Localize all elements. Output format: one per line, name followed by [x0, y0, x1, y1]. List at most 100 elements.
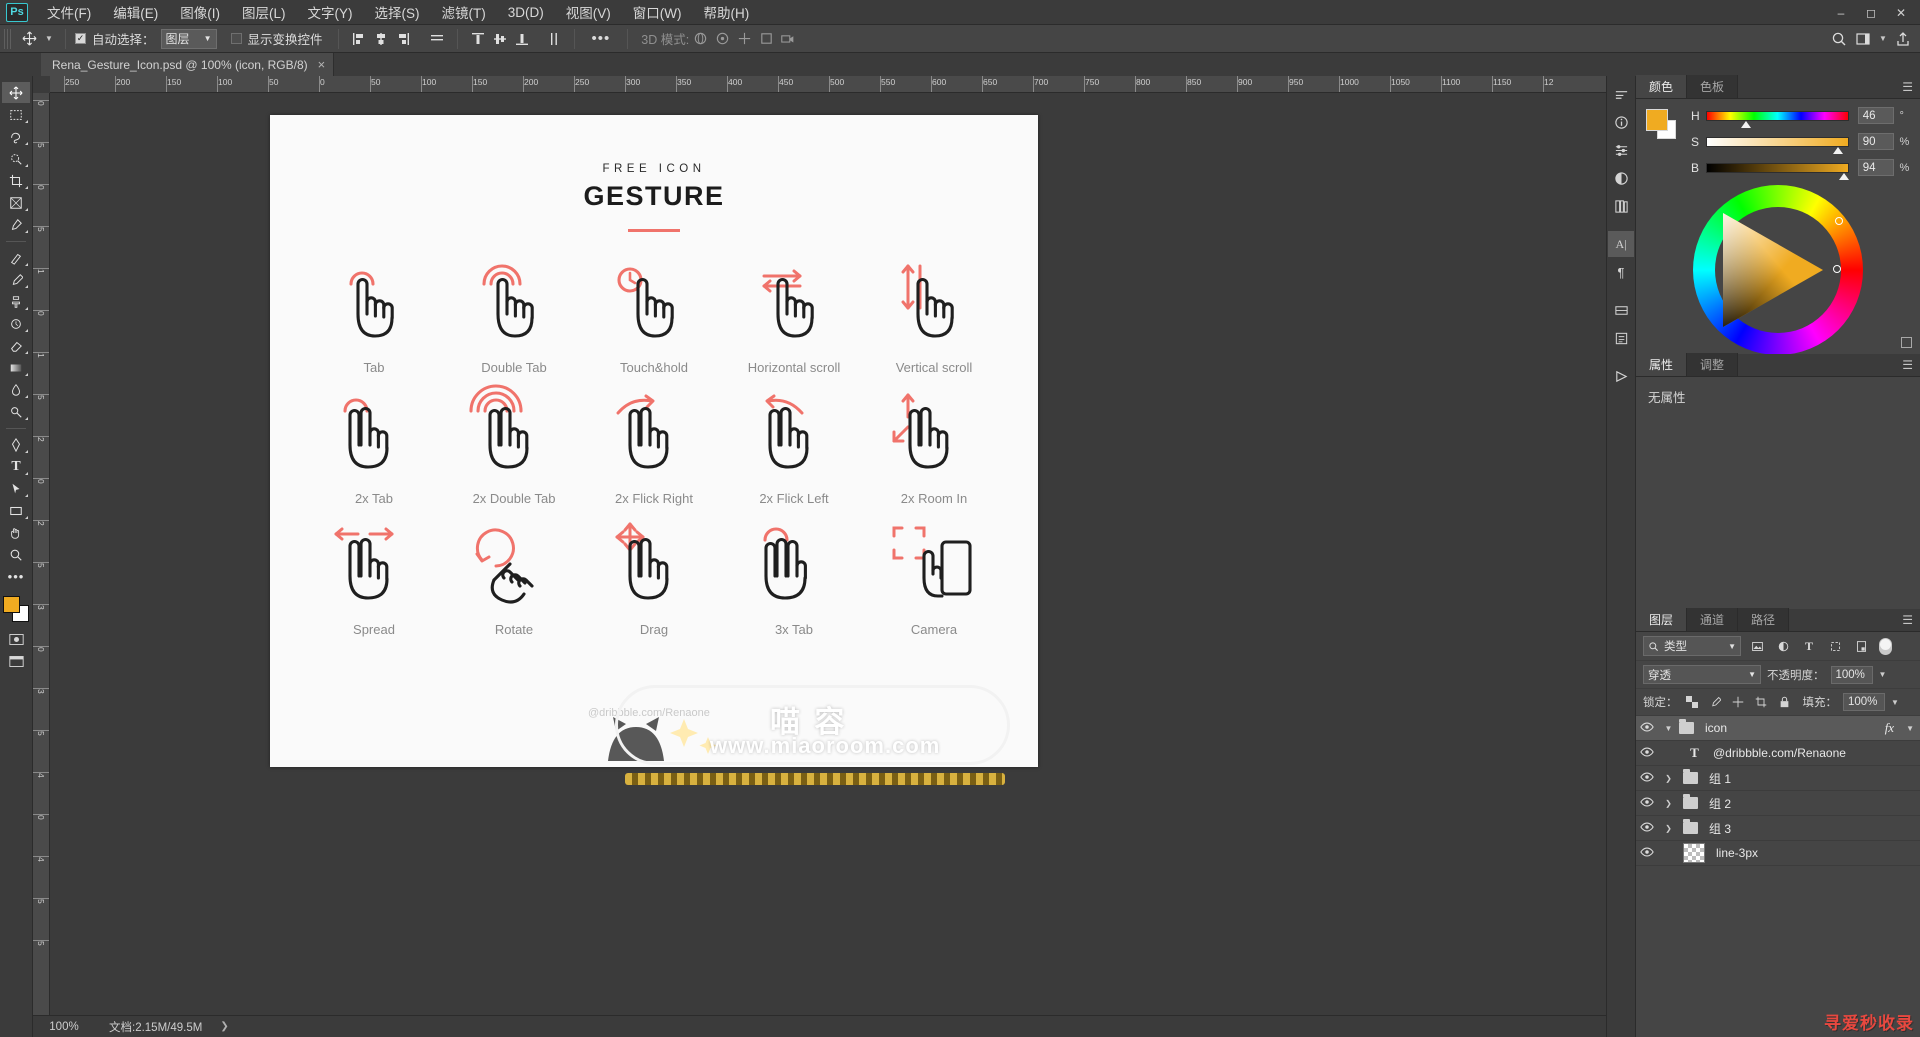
- properties-panel-menu-icon[interactable]: ☰: [1902, 359, 1913, 371]
- gesture-icon-cell[interactable]: 2x Tab: [308, 389, 440, 506]
- gesture-icon-cell[interactable]: 2x Double Tab: [448, 384, 580, 506]
- auto-select-scope-dropdown[interactable]: 图层 ▼: [160, 28, 217, 49]
- effects-chevron-icon[interactable]: ▼: [1906, 724, 1914, 733]
- zoom-level[interactable]: 100%: [33, 1021, 95, 1033]
- layer-row[interactable]: T @dribbble.com/Renaone: [1636, 741, 1920, 766]
- layer-row[interactable]: ▼ icon fx ▼: [1636, 716, 1920, 741]
- lasso-tool[interactable]: [2, 126, 30, 147]
- menu-select[interactable]: 选择(S): [364, 0, 431, 25]
- menu-edit[interactable]: 编辑(E): [102, 0, 169, 25]
- chevron-right-icon[interactable]: ❯: [1664, 824, 1673, 833]
- eye-icon[interactable]: [1636, 772, 1658, 785]
- brightness-knob[interactable]: [1839, 172, 1850, 180]
- search-icon[interactable]: [1828, 28, 1850, 50]
- 3d-rotate-icon[interactable]: [689, 28, 711, 50]
- align-bottom-edges-icon[interactable]: [511, 28, 533, 50]
- filter-pixel-icon[interactable]: [1747, 636, 1767, 656]
- gesture-icon-cell[interactable]: Horizontal scroll: [728, 258, 860, 375]
- timeline-icon[interactable]: [1608, 297, 1634, 323]
- opacity-value[interactable]: 100%: [1830, 665, 1873, 684]
- triangle-marker[interactable]: [1833, 265, 1841, 273]
- layer-effects-icon[interactable]: fx: [1885, 720, 1894, 736]
- history-brush-tool[interactable]: [2, 313, 30, 334]
- gesture-icon-cell[interactable]: Rotate: [448, 520, 580, 637]
- horizontal-ruler[interactable]: 250 200 150 100 50 0 50 100 150 200 250 300 350 400 45…: [50, 76, 1606, 93]
- color-panel-swatches[interactable]: [1646, 109, 1680, 139]
- layer-row[interactable]: ❯ 组 3: [1636, 816, 1920, 841]
- hue-value[interactable]: 46: [1857, 107, 1895, 124]
- artboard[interactable]: FREE ICON GESTURE Tab Double Tab Touch&h…: [270, 115, 1038, 785]
- gesture-icon-cell[interactable]: Tab: [308, 258, 440, 375]
- move-tool[interactable]: [2, 82, 30, 103]
- filter-type-icon[interactable]: T: [1799, 636, 1819, 656]
- blur-tool[interactable]: [2, 379, 30, 400]
- move-tool-icon[interactable]: [16, 28, 42, 50]
- close-tab-icon[interactable]: ×: [318, 57, 326, 72]
- canvas-area[interactable]: FREE ICON GESTURE Tab Double Tab Touch&h…: [50, 93, 1606, 1015]
- chevron-down-icon[interactable]: ▼: [1664, 724, 1673, 733]
- adjustments-icon[interactable]: [1608, 165, 1634, 191]
- fill-value[interactable]: 100%: [1843, 693, 1885, 711]
- document-tab[interactable]: Rena_Gesture_Icon.psd @ 100% (icon, RGB/…: [41, 53, 335, 76]
- quick-select-tool[interactable]: [2, 148, 30, 169]
- blend-mode-dropdown[interactable]: 穿透 ▼: [1643, 665, 1761, 684]
- info-icon[interactable]: [1608, 109, 1634, 135]
- minimize-icon[interactable]: –: [1826, 0, 1856, 25]
- foreground-color-swatch[interactable]: [3, 596, 20, 613]
- gesture-icon-cell[interactable]: 2x Flick Left: [728, 389, 860, 506]
- opacity-chevron-icon[interactable]: ▼: [1879, 670, 1887, 679]
- hue-knob[interactable]: [1741, 120, 1752, 128]
- gesture-icon-cell[interactable]: Drag: [588, 520, 720, 637]
- marquee-tool[interactable]: [2, 104, 30, 125]
- workspace-icon[interactable]: [1852, 28, 1874, 50]
- align-left-edges-icon[interactable]: [348, 28, 370, 50]
- gradient-tool[interactable]: [2, 357, 30, 378]
- zoom-tool[interactable]: [2, 544, 30, 565]
- lock-all-icon[interactable]: [1776, 694, 1793, 711]
- tab-swatches[interactable]: 色板: [1687, 75, 1739, 98]
- paragraph-icon[interactable]: ¶: [1608, 259, 1634, 285]
- color-panel-menu-icon[interactable]: ☰: [1902, 81, 1913, 93]
- filter-smart-object-icon[interactable]: [1851, 636, 1871, 656]
- close-icon[interactable]: ✕: [1886, 0, 1916, 25]
- lock-image-pixels-icon[interactable]: [1707, 694, 1724, 711]
- more-options-button[interactable]: •••: [584, 30, 619, 47]
- maximize-icon[interactable]: ◻: [1856, 0, 1886, 25]
- options-bar-grip[interactable]: [4, 28, 11, 49]
- lock-position-icon[interactable]: [1730, 694, 1747, 711]
- chevron-right-icon[interactable]: ❯: [1664, 774, 1673, 783]
- gesture-icon-cell[interactable]: 2x Flick Right: [588, 389, 720, 506]
- layer-row[interactable]: ❯ 组 1: [1636, 766, 1920, 791]
- foreground-swatch[interactable]: [1646, 109, 1668, 131]
- more-tools-button[interactable]: •••: [2, 566, 30, 587]
- align-top-edges-icon[interactable]: [467, 28, 489, 50]
- 3d-roll-icon[interactable]: [711, 28, 733, 50]
- dodge-tool[interactable]: [2, 401, 30, 422]
- align-right-edges-icon[interactable]: [392, 28, 414, 50]
- menu-image[interactable]: 图像(I): [169, 0, 231, 25]
- healing-brush-tool[interactable]: [2, 247, 30, 268]
- eye-icon[interactable]: [1636, 722, 1658, 735]
- auto-select-checkbox[interactable]: ✓: [75, 33, 86, 44]
- menu-view[interactable]: 视图(V): [555, 0, 622, 25]
- 3d-camera-icon[interactable]: [777, 28, 799, 50]
- workspace-chevron-icon[interactable]: ▼: [1876, 28, 1890, 50]
- layer-list[interactable]: ▼ icon fx ▼ T @dribbble.com/Renaone ❯ 组 1 ❯ 组 2 ❯ 组…: [1636, 716, 1920, 1037]
- eye-icon[interactable]: [1636, 797, 1658, 810]
- status-expand-icon[interactable]: ❯: [220, 1021, 228, 1032]
- tab-adjustments[interactable]: 调整: [1687, 353, 1739, 376]
- gesture-icon-cell[interactable]: Touch&hold: [588, 258, 720, 375]
- character-icon[interactable]: A|: [1608, 231, 1634, 257]
- hand-tool[interactable]: [2, 522, 30, 543]
- crop-tool[interactable]: [2, 170, 30, 191]
- libraries-icon[interactable]: [1608, 193, 1634, 219]
- layers-panel-menu-icon[interactable]: ☰: [1902, 614, 1913, 626]
- layer-filter-dropdown[interactable]: 类型 ▼: [1643, 636, 1741, 656]
- saturation-knob[interactable]: [1833, 146, 1844, 154]
- eye-icon[interactable]: [1636, 847, 1658, 860]
- menu-3d[interactable]: 3D(D): [497, 2, 555, 23]
- path-select-tool[interactable]: [2, 478, 30, 499]
- clone-stamp-tool[interactable]: [2, 291, 30, 312]
- gesture-icon-cell[interactable]: Spread: [308, 520, 440, 637]
- gesture-icon-cell[interactable]: Camera: [868, 520, 1000, 637]
